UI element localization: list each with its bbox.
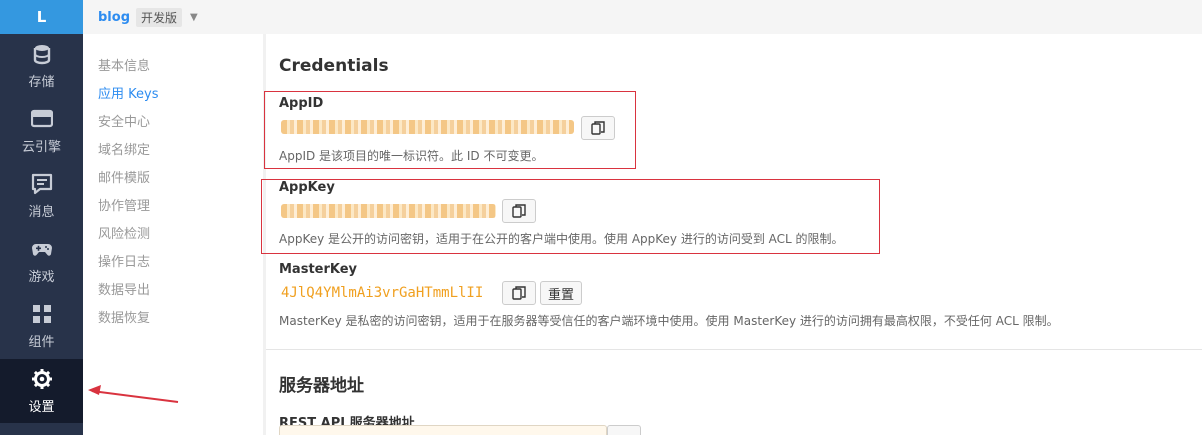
copy-rest-api-button[interactable] bbox=[607, 425, 641, 435]
subnav-item-domain[interactable]: 域名绑定 bbox=[98, 139, 150, 158]
rail-item-label: 存储 bbox=[28, 74, 55, 90]
rail-item-label: 设置 bbox=[28, 399, 55, 415]
cloud-engine-icon bbox=[30, 109, 53, 127]
rail-item-label: 游戏 bbox=[28, 269, 55, 285]
app-logo[interactable]: L bbox=[0, 0, 83, 34]
subnav-item-email-template[interactable]: 邮件模版 bbox=[98, 167, 150, 186]
annotation-arrow bbox=[88, 385, 179, 403]
rail-item-label: 消息 bbox=[28, 204, 55, 220]
message-icon bbox=[31, 173, 52, 194]
subnav-item-collaboration[interactable]: 协作管理 bbox=[98, 195, 150, 214]
gear-icon bbox=[31, 368, 52, 389]
rail-item-cloud-engine[interactable]: 云引擎 bbox=[0, 99, 83, 163]
appkey-highlight-box bbox=[261, 179, 880, 254]
rail-item-components[interactable]: 组件 bbox=[0, 294, 83, 358]
masterkey-value[interactable]: 4JlQ4YMlmAi3vrGaHTmmLlII bbox=[281, 285, 483, 301]
copy-masterkey-button[interactable] bbox=[502, 281, 536, 305]
database-icon bbox=[33, 44, 50, 64]
rail-item-storage[interactable]: 存储 bbox=[0, 34, 83, 98]
app-rail: L 存储 云引擎 消息 游戏 组件 设置 bbox=[0, 0, 83, 435]
reset-masterkey-button[interactable]: 重置 bbox=[540, 281, 583, 305]
components-icon bbox=[32, 304, 51, 323]
subnav-item-risk[interactable]: 风险检测 bbox=[98, 223, 150, 242]
env-badge: 开发版 bbox=[136, 7, 183, 27]
subnav-item-basic-info[interactable]: 基本信息 bbox=[98, 55, 150, 74]
rail-item-game[interactable]: 游戏 bbox=[0, 229, 83, 293]
subnav-item-data-restore[interactable]: 数据恢复 bbox=[98, 307, 150, 326]
rail-item-settings[interactable]: 设置 bbox=[0, 359, 83, 423]
app-header: blog 开发版 ▼ bbox=[83, 0, 1202, 34]
subnav-item-app-keys[interactable]: 应用 Keys bbox=[98, 83, 158, 102]
rail-item-label: 云引擎 bbox=[21, 139, 61, 155]
copy-icon bbox=[512, 286, 526, 300]
rail-item-message[interactable]: 消息 bbox=[0, 164, 83, 228]
settings-subnav: 基本信息 应用 Keys 安全中心 域名绑定 邮件模版 协作管理 风险检测 操作… bbox=[83, 34, 263, 435]
rail-item-label: 组件 bbox=[28, 334, 55, 350]
credentials-title: Credentials bbox=[279, 56, 389, 76]
masterkey-help: MasterKey 是私密的访问密钥，适用于在服务器等受信任的客户端环境中使用。… bbox=[279, 314, 1059, 328]
subnav-item-security[interactable]: 安全中心 bbox=[98, 111, 150, 130]
masterkey-label: MasterKey bbox=[279, 262, 358, 277]
app-name[interactable]: blog bbox=[98, 10, 130, 25]
appid-highlight-box bbox=[264, 91, 636, 169]
chevron-down-icon[interactable]: ▼ bbox=[190, 12, 198, 23]
rest-api-input[interactable] bbox=[279, 425, 607, 435]
gamepad-icon bbox=[31, 243, 52, 256]
subnav-item-operation-log[interactable]: 操作日志 bbox=[98, 251, 150, 270]
server-title: 服务器地址 bbox=[279, 376, 364, 396]
section-divider bbox=[266, 349, 1202, 350]
subnav-item-data-export[interactable]: 数据导出 bbox=[98, 279, 150, 298]
